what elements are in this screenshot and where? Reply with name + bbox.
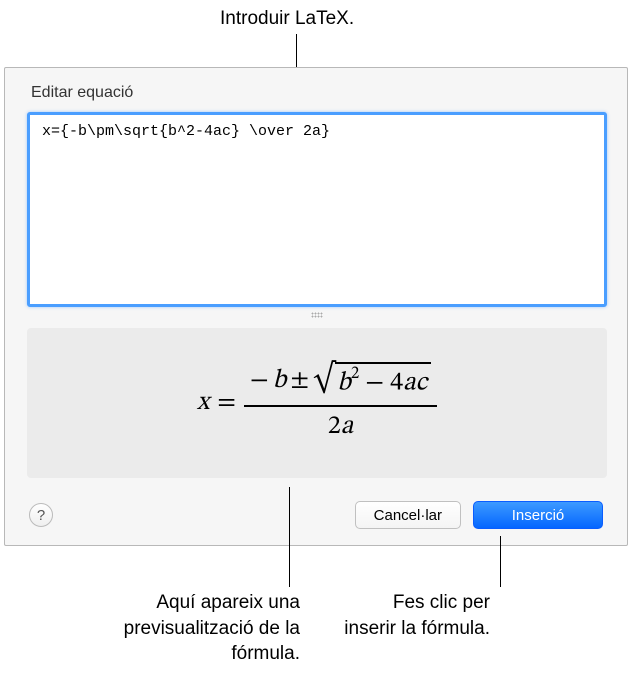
var-b2: b xyxy=(337,371,351,397)
sqrt-icon: √ xyxy=(313,365,335,404)
equation-editor-dialog: Editar equació x = −b ± √ b2 − 4ac xyxy=(4,67,628,546)
rendered-formula: x = −b ± √ b2 − 4ac 2a xyxy=(197,362,437,444)
formula-lhs: x xyxy=(197,387,209,420)
callout-preview: Aquí apareix una previsualització de la … xyxy=(70,590,300,667)
var-ac: ac xyxy=(403,371,427,397)
callout-line xyxy=(500,536,501,587)
plus-minus: ± xyxy=(290,365,309,398)
formula-denominator: 2a xyxy=(244,405,437,444)
callout-line xyxy=(289,487,290,587)
exp-2: 2 xyxy=(351,366,359,383)
help-button[interactable]: ? xyxy=(29,503,53,527)
var-b: b xyxy=(273,365,287,398)
minus-sign: − xyxy=(365,371,384,397)
const-4: 4 xyxy=(390,371,403,397)
formula-eq: = xyxy=(217,387,236,420)
resize-grip[interactable] xyxy=(311,312,323,318)
neg-sign: − xyxy=(250,365,269,398)
sqrt-expression: √ b2 − 4ac xyxy=(313,362,431,401)
formula-fraction: −b ± √ b2 − 4ac 2a xyxy=(244,362,437,444)
insert-button[interactable]: Inserció xyxy=(473,501,603,529)
cancel-button[interactable]: Cancel·lar xyxy=(355,501,461,529)
var-a: a xyxy=(341,414,353,440)
dialog-title: Editar equació xyxy=(31,84,133,102)
sqrt-body: b2 − 4ac xyxy=(335,362,431,401)
callout-line xyxy=(296,34,297,67)
callout-insert: Fes clic per inserir la fórmula. xyxy=(340,590,490,641)
callout-top: Introduir LaTeX. xyxy=(220,6,354,32)
formula-preview: x = −b ± √ b2 − 4ac 2a xyxy=(27,328,607,478)
latex-input[interactable] xyxy=(27,112,607,307)
const-2: 2 xyxy=(328,414,341,440)
formula-numerator: −b ± √ b2 − 4ac xyxy=(244,362,437,405)
